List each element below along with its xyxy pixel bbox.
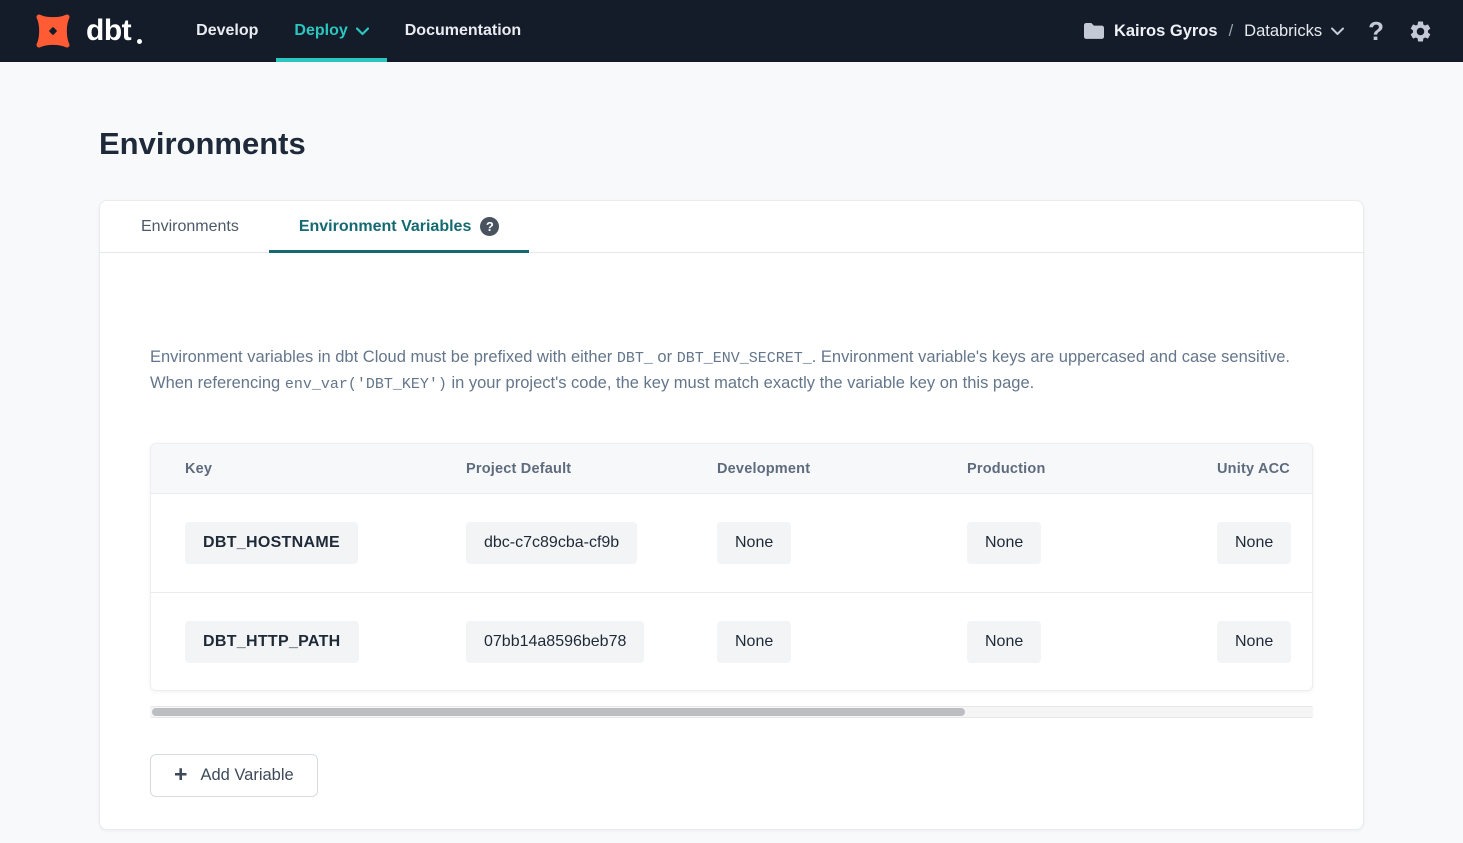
- top-nav: dbt Develop Deploy Documentation Kairos …: [0, 0, 1463, 62]
- unity-acc-value-chip[interactable]: None: [1217, 522, 1291, 564]
- table-row: DBT_HTTP_PATH 07bb14a8596beb78 None None…: [151, 592, 1312, 690]
- nav-right: Kairos Gyros / Databricks ?: [1083, 18, 1433, 44]
- nav-item-label: Documentation: [405, 22, 521, 40]
- chevron-down-icon: [356, 27, 369, 36]
- table-header-row: Key Project Default Development Producti…: [151, 444, 1312, 494]
- development-value-chip[interactable]: None: [717, 522, 791, 564]
- project-name: Kairos Gyros: [1114, 22, 1218, 41]
- tab-label: Environments: [141, 218, 239, 236]
- project-default-chip[interactable]: dbc-c7c89cba-cf9b: [466, 522, 637, 564]
- nav-item-deploy[interactable]: Deploy: [276, 0, 386, 62]
- dbt-logo-icon: [30, 8, 76, 54]
- brand-name: dbt: [86, 14, 131, 48]
- cell-development: None: [683, 522, 933, 564]
- tab-environment-variables[interactable]: Environment Variables ?: [269, 201, 530, 252]
- environment-variables-table: Key Project Default Development Producti…: [150, 443, 1313, 691]
- horizontal-scrollbar[interactable]: [150, 706, 1313, 718]
- cell-development: None: [683, 621, 933, 663]
- code-dbt-env-secret-prefix: DBT_ENV_SECRET_: [677, 350, 812, 367]
- project-switcher[interactable]: Kairos Gyros / Databricks: [1083, 22, 1344, 41]
- cell-project-default: 07bb14a8596beb78: [432, 621, 683, 663]
- cell-unity-acc: None: [1183, 522, 1312, 564]
- code-env-var-reference: env_var('DBT_KEY'): [285, 376, 447, 393]
- column-header-production: Production: [933, 461, 1183, 477]
- cell-project-default: dbc-c7c89cba-cf9b: [432, 522, 683, 564]
- project-default-chip[interactable]: 07bb14a8596beb78: [466, 621, 644, 663]
- plus-icon: +: [174, 763, 187, 786]
- description-line-1: Environment variables in dbt Cloud must …: [150, 345, 1313, 371]
- add-variable-label: Add Variable: [200, 766, 293, 785]
- column-header-development: Development: [683, 461, 933, 477]
- brand-trademark-dot: [137, 39, 142, 44]
- variable-key-chip[interactable]: DBT_HTTP_PATH: [185, 621, 359, 663]
- breadcrumb-separator: /: [1227, 22, 1236, 41]
- production-value-chip[interactable]: None: [967, 621, 1041, 663]
- gear-icon: [1408, 19, 1433, 44]
- development-value-chip[interactable]: None: [717, 621, 791, 663]
- environment-name: Databricks: [1244, 22, 1322, 41]
- page-title: Environments: [99, 126, 1364, 162]
- question-mark-glyph: ?: [486, 219, 494, 234]
- help-button[interactable]: ?: [1368, 18, 1384, 44]
- code-dbt-prefix: DBT_: [617, 350, 653, 367]
- cell-key: DBT_HTTP_PATH: [151, 621, 432, 663]
- help-icon: ?: [1368, 18, 1384, 44]
- tab-help-icon[interactable]: ?: [480, 217, 499, 236]
- production-value-chip[interactable]: None: [967, 522, 1041, 564]
- nav-item-label: Develop: [196, 22, 258, 40]
- cell-production: None: [933, 522, 1183, 564]
- unity-acc-value-chip[interactable]: None: [1217, 621, 1291, 663]
- scrollbar-thumb[interactable]: [152, 708, 965, 716]
- nav-item-documentation[interactable]: Documentation: [387, 0, 539, 62]
- column-header-project-default: Project Default: [432, 461, 683, 477]
- nav-item-develop[interactable]: Develop: [178, 0, 276, 62]
- env-vars-description: Environment variables in dbt Cloud must …: [150, 345, 1313, 397]
- primary-nav: Develop Deploy Documentation: [178, 0, 539, 62]
- tab-bar: Environments Environment Variables ?: [100, 201, 1363, 253]
- cell-unity-acc: None: [1183, 621, 1312, 663]
- cell-production: None: [933, 621, 1183, 663]
- settings-button[interactable]: [1408, 19, 1433, 44]
- environments-card: Environments Environment Variables ? Env…: [99, 200, 1364, 830]
- nav-item-label: Deploy: [294, 22, 347, 40]
- column-header-key: Key: [151, 461, 432, 477]
- table-row: DBT_HOSTNAME dbc-c7c89cba-cf9b None None…: [151, 494, 1312, 592]
- folder-icon: [1083, 22, 1105, 40]
- variable-key-chip[interactable]: DBT_HOSTNAME: [185, 522, 358, 564]
- description-line-2: When referencing env_var('DBT_KEY') in y…: [150, 371, 1313, 397]
- add-variable-button[interactable]: + Add Variable: [150, 754, 318, 797]
- column-header-unity-acc: Unity ACC: [1183, 461, 1312, 477]
- chevron-down-icon: [1331, 27, 1344, 36]
- tab-label: Environment Variables: [299, 218, 472, 236]
- cell-key: DBT_HOSTNAME: [151, 522, 432, 564]
- tab-panel-environment-variables: Environment variables in dbt Cloud must …: [100, 345, 1363, 829]
- tab-environments[interactable]: Environments: [111, 201, 269, 252]
- page-content: Environments Environments Environment Va…: [0, 126, 1463, 830]
- dbt-logo[interactable]: dbt: [30, 8, 142, 54]
